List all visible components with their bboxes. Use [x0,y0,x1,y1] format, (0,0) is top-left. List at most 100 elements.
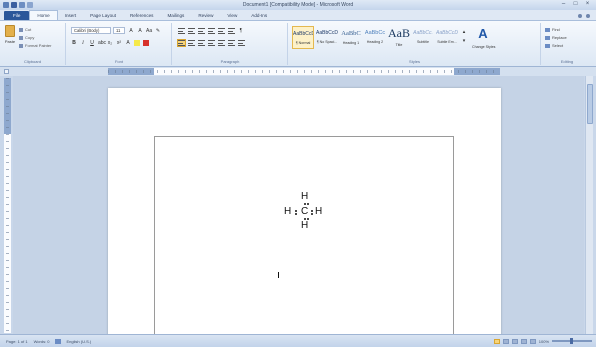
strikethrough-button[interactable]: abc [98,40,106,46]
cut-button[interactable]: Cut [19,27,31,32]
maximize-icon[interactable]: □ [571,1,580,8]
style-sample: AaB [388,26,410,40]
help-icon[interactable] [586,13,590,18]
bold-button[interactable]: B [71,40,77,46]
change-styles-button[interactable]: A Change Styles [472,27,496,50]
close-icon[interactable]: × [583,1,592,8]
word-count[interactable]: Words: 0 [34,339,50,344]
change-case-icon[interactable]: Aa [146,28,152,34]
tab-home[interactable]: Home [29,10,58,20]
paste-button[interactable]: Paste [3,25,17,51]
grow-font-icon[interactable]: A [128,28,134,34]
justify-icon[interactable] [208,40,215,46]
status-bar: Page: 1 of 1 Words: 0 English (U.S.) 100… [0,334,596,347]
style-normal[interactable]: AaBbCcDc ¶ Normal [292,26,314,49]
underline-button[interactable]: U [89,40,95,46]
style-sample: AaBbCc [364,30,386,36]
copy-button[interactable]: Copy [19,35,34,40]
full-screen-reading-icon[interactable] [502,338,509,344]
style-heading-1[interactable]: AaBbC Heading 1 [340,26,362,49]
zoom-slider[interactable] [552,338,592,344]
ribbon: Paste Cut Copy Format Painter Clipboard … [0,21,596,67]
style-subtitle[interactable]: AaBbCc. Subtitle [412,26,434,49]
style-heading-2[interactable]: AaBbCc Heading 2 [364,26,386,49]
tab-view[interactable]: View [220,11,244,20]
print-layout-icon[interactable] [493,338,500,344]
align-left-icon[interactable] [177,39,186,47]
style-subtle-emphasis[interactable]: AaBbCcDt Subtle Em... [436,26,458,49]
document-page[interactable]: H H C H H [108,88,501,346]
style-sample: AaBbCcDc [316,30,338,36]
tab-file[interactable]: File [4,11,30,20]
language[interactable]: English (U.S.) [67,339,92,344]
superscript-button[interactable]: x² [116,40,122,46]
vertical-ruler-ticks [6,78,9,333]
borders-icon[interactable] [238,40,245,46]
style-sample: AaBbCcDt [436,30,458,36]
shrink-font-icon[interactable]: A [137,28,143,34]
style-sample: AaBbCcDc [293,31,313,37]
format-painter-button[interactable]: Format Painter [19,43,51,48]
vertical-scrollbar[interactable] [585,76,593,334]
decrease-indent-icon[interactable] [208,28,215,34]
horizontal-ruler[interactable] [108,68,500,75]
style-title[interactable]: AaB Title [388,26,410,49]
outline-icon[interactable] [520,338,527,344]
atom-c-center: C [301,206,309,217]
select-button[interactable]: Select [545,43,563,48]
clipboard-group: Paste Cut Copy Format Painter Clipboard [0,23,66,65]
numbering-icon[interactable] [188,28,195,34]
zoom-level[interactable]: 100% [539,339,549,344]
tab-insert[interactable]: Insert [58,11,84,20]
line-spacing-icon[interactable] [218,40,225,46]
find-button[interactable]: Find [545,27,560,32]
style-sample: AaBbCc. [413,30,433,36]
increase-indent-icon[interactable] [218,28,225,34]
atom-h-left: H [284,206,292,217]
text-boundary [154,136,454,346]
font-color-icon[interactable] [143,40,149,46]
italic-button[interactable]: I [80,41,86,46]
pilcrow-icon[interactable]: ¶ [238,28,244,34]
style-sample: AaBbC [341,30,361,37]
tab-references[interactable]: References [123,11,161,20]
multilevel-list-icon[interactable] [198,28,205,34]
shading-icon[interactable] [228,40,235,46]
style-name: ¶ No Spaci... [316,40,338,44]
highlight-color-icon[interactable] [134,40,140,46]
styles-scroll-down-icon[interactable]: ▾ [461,38,467,44]
select-icon [545,43,550,48]
font-label: Font [114,59,123,64]
scrollbar-thumb[interactable] [587,84,593,124]
font-size-select[interactable]: 11 [113,27,125,34]
minimize-ribbon-icon[interactable] [578,13,582,18]
bullets-icon[interactable] [178,28,185,34]
draft-icon[interactable] [529,338,536,344]
tab-mailings[interactable]: Mailings [160,11,191,20]
vertical-ruler[interactable] [4,78,11,333]
web-layout-icon[interactable] [511,338,518,344]
proofing-icon[interactable] [54,338,61,344]
clear-formatting-icon[interactable]: ✎ [155,28,161,34]
sort-icon[interactable] [228,28,235,34]
tab-selector-icon[interactable] [4,69,9,74]
electron-dot [304,203,306,205]
align-center-icon[interactable] [188,40,195,46]
zoom-slider-thumb[interactable] [570,338,573,344]
select-label: Select [552,43,564,48]
tab-review[interactable]: Review [191,11,220,20]
style-no-spacing[interactable]: AaBbCcDc ¶ No Spaci... [316,26,338,49]
tab-add-ins[interactable]: Add-Ins [244,11,274,20]
styles-scroll-up-icon[interactable]: ▴ [461,29,467,35]
view-controls: 100% [493,338,592,344]
tab-page-layout[interactable]: Page Layout [83,11,123,20]
font-name-select[interactable]: Calibri (Body) [71,27,111,34]
text-effects-icon[interactable]: A [125,40,131,46]
change-styles-label: Change Styles [472,45,496,49]
subscript-button[interactable]: x₂ [107,40,113,46]
page-count[interactable]: Page: 1 of 1 [6,339,28,344]
replace-button[interactable]: Replace [545,35,567,40]
atom-h-bottom: H [301,220,309,231]
minimize-icon[interactable]: – [559,1,568,8]
align-right-icon[interactable] [198,40,205,46]
